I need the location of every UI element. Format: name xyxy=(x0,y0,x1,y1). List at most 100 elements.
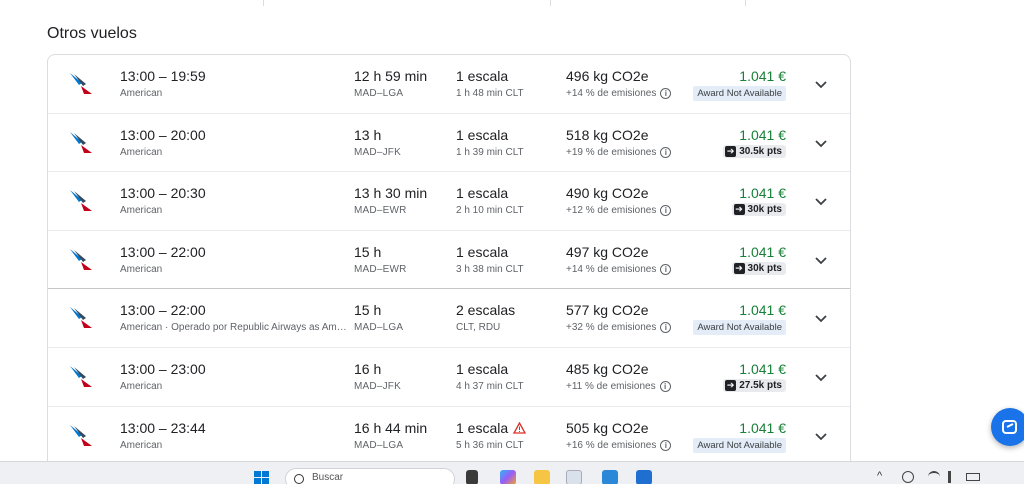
flight-row[interactable]: 13:00 – 20:30 American 13 h 30 min MAD–EWR 1… xyxy=(48,172,850,231)
chevron-down-icon[interactable] xyxy=(812,427,830,445)
stops: 1 escala xyxy=(456,185,508,201)
flight-route: MAD–LGA xyxy=(354,88,404,99)
feedback-icon xyxy=(1002,420,1017,434)
flight-row[interactable]: 13:00 – 22:00 American · Operado por Repu… xyxy=(48,289,850,348)
edge-browser-icon[interactable] xyxy=(566,470,582,484)
flight-times: 13:00 – 20:00 xyxy=(120,126,206,143)
award-badge: Award Not Available xyxy=(693,86,786,101)
flight-times: 13:00 – 19:59 xyxy=(120,68,206,84)
emissions-delta: +11 % de emisiones i xyxy=(566,380,671,392)
airline-name: American xyxy=(120,205,163,217)
tray-chevron-up-icon[interactable]: ^ xyxy=(877,470,882,482)
flight-duration: 16 h xyxy=(354,360,382,377)
flight-row[interactable]: 13:00 – 23:00 American 16 h MAD–JFK 1 escala… xyxy=(48,348,850,407)
flight-route: MAD–EWR xyxy=(354,205,407,217)
info-icon[interactable]: i xyxy=(660,439,672,451)
chevron-down-icon[interactable] xyxy=(812,134,830,152)
emissions-value: 490 kg CO2e xyxy=(566,185,649,202)
flight-price: 1.041 € xyxy=(739,302,786,319)
stops-label: 1 escala xyxy=(456,185,509,202)
flight-times: 13:00 – 23:44 xyxy=(120,419,206,436)
flight-route: MAD–JFK xyxy=(354,146,401,158)
flight-row[interactable]: 13:00 – 20:00 American 13 h MAD–JFK 1 escala… xyxy=(48,114,850,173)
wifi-icon[interactable] xyxy=(928,471,940,483)
tray-notification-icon[interactable] xyxy=(902,471,914,483)
layover-info: 1 h 48 min CLT xyxy=(456,88,524,99)
info-icon[interactable]: i xyxy=(660,146,672,158)
stops-label: 1 escala xyxy=(456,360,509,377)
emissions-value: 497 kg CO2e xyxy=(566,243,649,260)
flight-results-list: 13:00 – 19:59 American 12 h 59 min MAD–LGA 1… xyxy=(47,54,851,474)
info-icon[interactable]: i xyxy=(659,380,671,392)
microsoft-store-icon[interactable] xyxy=(602,470,618,484)
airline-name: American xyxy=(120,439,163,451)
emissions-delta: +14 % de emisiones i xyxy=(566,88,672,99)
file-explorer-icon[interactable] xyxy=(534,470,550,484)
points-value: 27.5k pts xyxy=(739,379,782,391)
flight-row[interactable]: 13:00 – 19:59 American 12 h 59 min MAD–LGA 1… xyxy=(48,55,850,114)
emissions-value: 496 kg CO2e xyxy=(566,68,649,84)
stops-label: 2 escalas xyxy=(456,302,516,319)
layover-info: 1 h 39 min CLT xyxy=(456,146,524,158)
points-value: 30.5k pts xyxy=(739,145,782,157)
app-icon[interactable] xyxy=(636,470,652,484)
flight-row[interactable]: 13:00 – 22:00 American 15 h MAD–EWR 1 escala… xyxy=(48,231,850,290)
info-icon[interactable]: i xyxy=(660,263,672,275)
info-icon[interactable]: i xyxy=(660,322,672,334)
flight-route: MAD–EWR xyxy=(354,263,407,275)
chevron-down-icon[interactable] xyxy=(812,192,830,210)
emissions-delta-label: +32 % de emisiones xyxy=(566,322,657,334)
chevron-down-icon[interactable] xyxy=(812,368,830,386)
emissions-delta: +14 % de emisiones i xyxy=(566,263,672,275)
points-badge: ➔ 30k pts xyxy=(731,261,786,275)
flight-duration: 12 h 59 min xyxy=(354,68,428,84)
flight-duration: 13 h xyxy=(354,126,382,143)
flight-times: 13:00 – 22:00 xyxy=(120,243,206,260)
points-value: 30k pts xyxy=(747,204,782,216)
page: Otros vuelos 13:00 – 19:59 American 12 h 5… xyxy=(0,0,1024,484)
american-airlines-logo-icon xyxy=(70,248,92,270)
layover-info: CLT, RDU xyxy=(456,322,501,334)
airline-name: American xyxy=(120,88,163,99)
award-badge: Award Not Available xyxy=(693,437,786,453)
airline-name: American xyxy=(120,380,163,392)
arrow-right-icon: ➔ xyxy=(733,204,745,216)
emissions-delta-label: +19 % de emisiones xyxy=(566,146,657,158)
flight-duration: 15 h xyxy=(354,302,382,319)
flight-times: 13:00 – 20:30 xyxy=(120,185,206,202)
american-airlines-logo-icon xyxy=(70,190,92,212)
windows-start-icon[interactable] xyxy=(254,471,270,484)
emissions-delta-label: +16 % de emisiones xyxy=(566,439,657,451)
flight-row[interactable]: 13:00 – 23:44 American 16 h 44 min MAD–LGA 1… xyxy=(48,407,850,466)
taskbar-search-placeholder: Buscar xyxy=(312,472,344,483)
airline-name: American · Operado por Republic Airways … xyxy=(120,322,348,334)
battery-icon[interactable] xyxy=(966,473,980,481)
arrow-right-icon: ➔ xyxy=(725,379,737,391)
flight-duration: 15 h xyxy=(354,243,382,260)
info-icon[interactable]: i xyxy=(660,205,672,217)
flight-duration: 16 h 44 min xyxy=(354,419,428,436)
points-badge: ➔ 27.5k pts xyxy=(723,378,786,392)
info-icon[interactable]: i xyxy=(660,88,672,99)
airline-name: American xyxy=(120,263,163,275)
chevron-down-icon[interactable] xyxy=(812,75,830,93)
taskbar-search-input[interactable]: Buscar xyxy=(285,468,455,484)
emissions-value: 485 kg CO2e xyxy=(566,360,649,377)
chevron-down-icon[interactable] xyxy=(812,309,830,327)
volume-icon[interactable] xyxy=(948,471,960,483)
flight-route: MAD–LGA xyxy=(354,322,404,334)
stops: 1 escala xyxy=(456,68,508,84)
american-airlines-logo-icon xyxy=(70,131,92,153)
task-view-icon[interactable] xyxy=(466,470,478,484)
chevron-down-icon[interactable] xyxy=(812,251,830,269)
layover-info: 4 h 37 min CLT xyxy=(456,380,524,392)
layover-info: 5 h 36 min CLT xyxy=(456,439,524,451)
copilot-icon[interactable] xyxy=(500,470,516,484)
american-airlines-logo-icon xyxy=(70,365,92,387)
flight-price: 1.041 € xyxy=(739,360,786,377)
emissions-delta: +12 % de emisiones i xyxy=(566,205,672,217)
points-badge: ➔ 30.5k pts xyxy=(723,144,786,158)
stops-label: 1 escala xyxy=(456,419,509,436)
assistant-fab-button[interactable] xyxy=(991,408,1024,446)
american-airlines-logo-icon xyxy=(70,424,92,446)
